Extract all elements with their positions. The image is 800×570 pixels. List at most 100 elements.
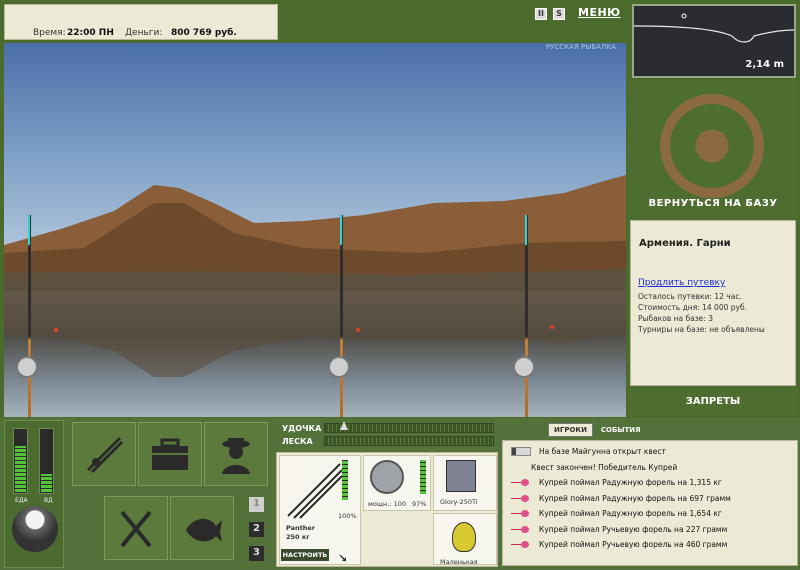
event-text: Купрей поймал Ручьевую форель на 460 гра…: [539, 540, 728, 549]
rods-icon: [86, 436, 124, 474]
tension-marker-icon: [340, 421, 348, 430]
lure-slot[interactable]: Маленькая: [433, 513, 497, 566]
lure-icon: [511, 510, 531, 517]
money-label: Деньги:: [125, 28, 163, 38]
fish-icon: [186, 518, 222, 542]
day-cost: Стоимость дня: 14 000 руб.: [638, 303, 747, 312]
lure-icon: [511, 494, 531, 502]
event-item: Купрей поймал Радужную форель на 1,315 к…: [511, 478, 722, 487]
drink-meter: [39, 428, 54, 494]
drink-meter-fill: [41, 474, 52, 492]
depth-panel: 2,14 m: [632, 4, 796, 78]
page-2-button[interactable]: 2: [249, 522, 264, 537]
event-text: Купрей поймал Ручьевую форель на 227 гра…: [539, 524, 728, 534]
page-3-button[interactable]: 3: [249, 546, 264, 561]
food-meter: [13, 428, 28, 494]
event-item: На базе Майгунна открыт квест: [511, 447, 666, 456]
event-item: Купрей поймал Ручьевую форель на 227 гра…: [511, 525, 727, 534]
food-label: ЕДА: [15, 497, 28, 504]
event-text: На базе Майгунна открыт квест: [539, 447, 666, 456]
tab-players[interactable]: ИГРОКИ: [548, 423, 593, 437]
line-bar-label: ЛЕСКА: [282, 437, 313, 446]
event-item: Купрей поймал Радужную форель на 697 гра…: [511, 494, 731, 503]
fisherman-tile[interactable]: [204, 422, 268, 486]
rod-bar-label: УДОЧКА: [282, 424, 322, 433]
reel-slot[interactable]: мощн.: 100 97%: [363, 455, 431, 511]
location-info: Армения. Гарни Продлить путевку Осталось…: [630, 220, 796, 386]
rod-tension-bar: [324, 423, 494, 433]
event-text: Купрей поймал Радужную форель на 697 гра…: [539, 493, 731, 503]
fishing-scene[interactable]: РУССКАЯ РЫБАЛКА: [4, 43, 626, 417]
expand-arrow-icon[interactable]: ↘: [338, 552, 347, 565]
rod-2-tip: [340, 215, 342, 245]
rod-3[interactable]: [525, 215, 528, 417]
fisherman-icon: [222, 438, 250, 474]
money-value: 800 769 руб.: [171, 28, 237, 38]
reel-power: мощн.: 100: [368, 500, 406, 508]
pause-icon[interactable]: II: [535, 8, 547, 20]
rod-weight: 250 кг: [286, 533, 310, 541]
depth-value: 2,14 m: [745, 59, 784, 70]
rod-1[interactable]: [28, 215, 31, 417]
event-tabs: ИГРОКИ СОБЫТИЯ: [548, 423, 646, 437]
status-bar: Время: 22:00 ПН Деньги: 800 769 руб.: [4, 4, 278, 40]
reel-health-bar: [420, 460, 426, 494]
tackle-box-tile[interactable]: [138, 422, 202, 486]
reel-percent: 97%: [412, 500, 427, 508]
float-3: [550, 325, 554, 329]
rod-health-bar: [342, 460, 348, 500]
reel-2-icon: [328, 356, 350, 378]
lure-icon: [511, 479, 531, 486]
food-meter-fill: [15, 445, 26, 492]
food-pot-icon[interactable]: [12, 506, 58, 552]
fish-tile[interactable]: [170, 496, 234, 560]
drink-label: ВД: [44, 497, 53, 504]
rod-2[interactable]: [340, 215, 343, 417]
tournaments-info: Турниры на базе: не объявлены: [638, 325, 765, 334]
event-item: Купрей поймал Радужную форель на 1,654 к…: [511, 509, 722, 518]
event-item: Купрей поймал Ручьевую форель на 460 гра…: [511, 540, 727, 549]
lure-icon: [511, 541, 531, 548]
food-tile[interactable]: [104, 496, 168, 560]
location-title: Армения. Гарни: [639, 238, 731, 249]
event-text: Квест закончен! Победитель Купрей: [531, 462, 678, 472]
permit-remaining: Осталось путевки: 12 час.: [638, 292, 742, 301]
float-2: [356, 328, 360, 332]
rod-name: Panther: [286, 524, 315, 532]
line-tension-bar: [324, 436, 494, 446]
events-list: На базе Майгунна открыт квест Квест закон…: [502, 440, 798, 566]
tab-events[interactable]: СОБЫТИЯ: [596, 424, 646, 436]
time-value: 22:00 ПН: [67, 28, 114, 38]
bans-button[interactable]: ЗАПРЕТЫ: [628, 396, 798, 407]
menu-button[interactable]: МЕНЮ: [578, 6, 621, 19]
fork-knife-icon: [120, 510, 152, 548]
rod-icon: [287, 463, 343, 519]
line-spool-icon: [446, 460, 476, 492]
reel-3-icon: [513, 356, 535, 378]
ship-wheel-icon[interactable]: [660, 94, 764, 198]
setup-button[interactable]: НАСТРОИТЬ: [281, 549, 329, 561]
rods-tile[interactable]: [72, 422, 136, 486]
quest-flag-icon: [511, 447, 531, 456]
lure-name: Маленькая: [440, 558, 478, 566]
sound-icon[interactable]: S: [553, 8, 565, 20]
rod-percent: 100%: [338, 512, 357, 520]
page-1-button[interactable]: 1: [249, 497, 264, 512]
line-slot[interactable]: Glory-250Ti: [433, 455, 497, 511]
time-label: Время:: [33, 28, 66, 38]
event-text: Купрей поймал Радужную форель на 1,654 к…: [539, 509, 722, 518]
fishers-count: Рыбаков на базе: 3: [638, 314, 713, 323]
float-1: [54, 328, 58, 332]
reel-icon: [370, 460, 404, 494]
event-item: Квест закончен! Победитель Купрей: [511, 463, 677, 472]
reel-1-icon: [16, 356, 38, 378]
return-to-base-button[interactable]: ВЕРНУТЬСЯ НА БАЗУ: [628, 198, 798, 209]
lure-icon: [452, 522, 476, 552]
extend-permit-link[interactable]: Продлить путевку: [638, 278, 725, 288]
event-text: Купрей поймал Радужную форель на 1,315 к…: [539, 478, 722, 487]
rod-1-tip: [28, 215, 30, 245]
tackle-box-icon: [152, 438, 188, 470]
rod-3-tip: [525, 215, 527, 245]
line-name: Glory-250Ti: [440, 498, 478, 506]
lure-icon: [511, 525, 531, 533]
